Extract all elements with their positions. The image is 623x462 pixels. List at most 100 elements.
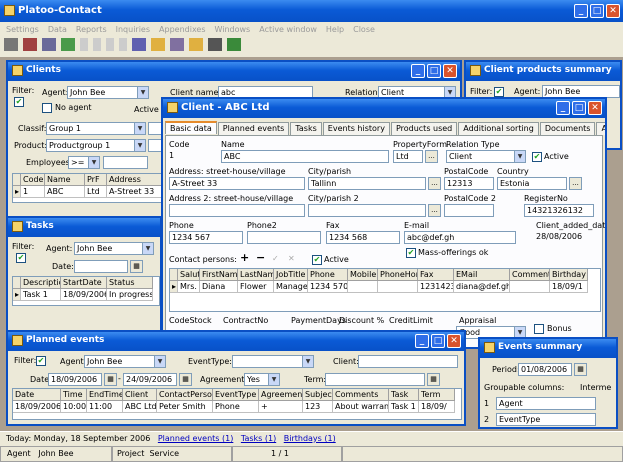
country-input[interactable]: Estonia [497, 177, 567, 190]
column-header[interactable]: Task [389, 389, 419, 401]
confirm-icon[interactable]: ✓ [272, 254, 279, 264]
filter-checkbox[interactable]: ✔ [494, 87, 504, 97]
postal-input[interactable]: 12313 [444, 177, 494, 190]
term-input[interactable] [325, 373, 425, 386]
column-header[interactable]: PrF [85, 174, 107, 186]
maximize-button[interactable]: □ [572, 101, 586, 115]
mass-offerings-checkbox[interactable]: ✔ [406, 248, 416, 258]
nav-next-icon[interactable] [106, 38, 114, 51]
tab-basic-data[interactable]: Basic data [165, 121, 217, 134]
close-button[interactable]: ✕ [443, 64, 457, 78]
tab-products-used[interactable]: Products used [390, 122, 458, 135]
minimize-button[interactable]: _ [411, 64, 425, 78]
minimize-button[interactable]: _ [574, 4, 588, 18]
product-select[interactable]: Productgroup 1 ▼ [46, 139, 146, 152]
agent-select[interactable]: John Bee ▼ [74, 242, 154, 255]
run-icon[interactable] [227, 38, 241, 51]
close-button[interactable]: ✕ [588, 101, 602, 115]
tab-events-history[interactable]: Events history [322, 122, 390, 135]
column-header[interactable]: Mobile [348, 269, 378, 281]
calendar-icon[interactable]: ▦ [179, 373, 192, 386]
city2-input[interactable] [308, 204, 426, 217]
add-contact-icon[interactable]: + [240, 252, 249, 263]
menu-item[interactable]: Active window [259, 25, 317, 34]
phone2-input[interactable] [247, 231, 321, 244]
tool-icon[interactable] [61, 38, 75, 51]
column-header[interactable]: Phone [308, 269, 348, 281]
propertyform-lookup[interactable]: ... [425, 150, 438, 163]
birthdays-link[interactable]: Birthdays (1) [284, 434, 336, 443]
country-lookup[interactable]: ... [569, 177, 582, 190]
menu-item[interactable]: Settings [6, 25, 39, 34]
no-agent-checkbox[interactable] [42, 103, 52, 113]
tab-documents[interactable]: Documents [539, 122, 596, 135]
relation-type-select[interactable]: Client ▼ [446, 150, 526, 163]
city-input[interactable]: Tallinn [308, 177, 426, 190]
maximize-button[interactable]: □ [590, 4, 604, 18]
column-header[interactable]: Agreement [259, 389, 303, 401]
column-header[interactable]: ContactPerson [157, 389, 213, 401]
tab-tasks[interactable]: Tasks [290, 122, 322, 135]
menu-item[interactable]: Appendixes [159, 25, 206, 34]
folder-icon[interactable] [189, 38, 203, 51]
column-header[interactable]: Salut [178, 269, 200, 281]
column-header[interactable]: FirstName [200, 269, 238, 281]
calendar-icon[interactable]: ▦ [574, 363, 587, 376]
client-input[interactable] [358, 355, 458, 368]
group-row[interactable]: 2 EventType [484, 412, 596, 426]
tasks-link[interactable]: Tasks (1) [241, 434, 276, 443]
address-input[interactable]: A-Street 33 [169, 177, 305, 190]
menu-item[interactable]: Reports [76, 25, 107, 34]
column-header[interactable]: EMail [454, 269, 510, 281]
table-row[interactable]: 18/09/2006 10:00 11:00 ABC Ltd Peter Smith Ph… [13, 401, 461, 413]
phone-input[interactable]: 1234 567 [169, 231, 243, 244]
column-header[interactable]: Comments [510, 269, 550, 281]
column-header[interactable]: EndTime [87, 389, 123, 401]
menu-item[interactable]: Inquiries [116, 25, 150, 34]
menu-item[interactable]: Help [326, 25, 344, 34]
maximize-button[interactable]: □ [431, 334, 445, 348]
period-input[interactable]: 01/08/2006 [518, 363, 572, 376]
agent-select[interactable]: John Bee ▼ [67, 86, 149, 99]
column-header[interactable]: JobTitle [274, 269, 308, 281]
calendar-icon[interactable]: ▦ [104, 373, 117, 386]
registerno-input[interactable]: 14321326132 [524, 204, 594, 217]
folder-icon[interactable] [151, 38, 165, 51]
column-header[interactable]: Client [123, 389, 157, 401]
table-row[interactable]: ▸ Mrs. Diana Flower Manager 1234 570 1231423 di… [170, 281, 600, 293]
filter-checkbox[interactable]: ✔ [36, 356, 46, 366]
menu-item[interactable]: Close [353, 25, 375, 34]
column-header[interactable]: Description [21, 277, 61, 289]
nav-last-icon[interactable] [119, 38, 127, 51]
column-header[interactable]: Birthday [550, 269, 588, 281]
column-header[interactable]: StartDate [61, 277, 107, 289]
cancel-icon[interactable]: ✕ [288, 254, 295, 264]
name-input[interactable]: ABC [221, 150, 389, 163]
employees-operator[interactable]: >= ▼ [68, 156, 100, 169]
calendar-icon[interactable]: ▦ [130, 260, 143, 273]
address2-input[interactable] [169, 204, 305, 217]
close-button[interactable]: ✕ [447, 334, 461, 348]
tool-icon[interactable] [170, 38, 184, 51]
group-select[interactable]: Agent [496, 396, 596, 410]
fax-input[interactable]: 1234 568 [326, 231, 400, 244]
agent-select[interactable]: John Bee ▼ [84, 355, 166, 368]
tab-agents[interactable]: Agents [596, 122, 605, 135]
maximize-button[interactable]: □ [427, 64, 441, 78]
column-header[interactable]: Name [45, 174, 85, 186]
date-to-input[interactable]: 24/09/2006 [123, 373, 177, 386]
nav-first-icon[interactable] [80, 38, 88, 51]
date-input[interactable] [74, 260, 128, 273]
tab-planned-events[interactable]: Planned events [217, 122, 290, 135]
column-header[interactable]: Status [107, 277, 153, 289]
filter-checkbox[interactable]: ✔ [16, 253, 26, 263]
email-input[interactable]: abc@def.gh [404, 231, 516, 244]
tool-icon[interactable] [4, 38, 18, 51]
column-header[interactable]: Comments [333, 389, 389, 401]
date-from-input[interactable]: 18/09/2006 [48, 373, 102, 386]
bonus-checkbox[interactable] [534, 324, 544, 334]
column-header[interactable]: Code [21, 174, 45, 186]
column-header[interactable]: Subject [303, 389, 333, 401]
column-header[interactable]: Fax [418, 269, 454, 281]
agreement-select[interactable]: Yes ▼ [244, 373, 280, 386]
